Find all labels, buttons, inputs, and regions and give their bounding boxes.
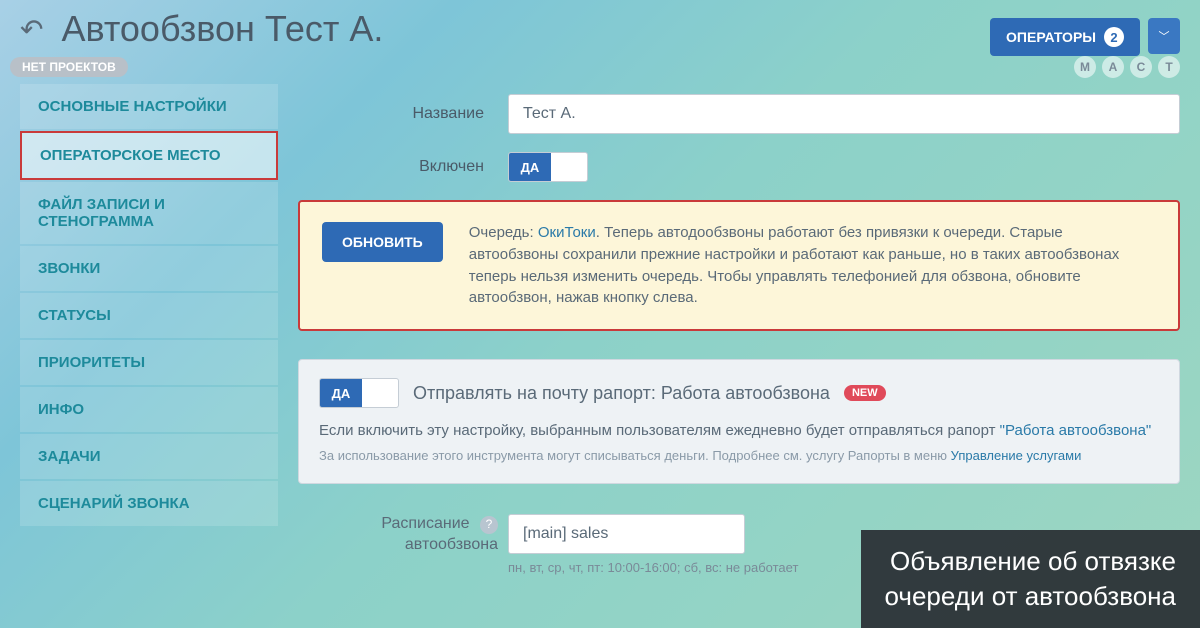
update-button[interactable]: ОБНОВИТЬ [322,222,443,262]
circle-t[interactable]: Т [1158,56,1180,78]
operators-label: ОПЕРАТОРЫ [1006,29,1096,45]
report-sub: За использование этого инструмента могут… [319,446,1159,466]
sidebar-item-operator-place[interactable]: ОПЕРАТОРСКОЕ МЕСТО [20,131,278,180]
operators-button[interactable]: ОПЕРАТОРЫ 2 [990,18,1140,56]
queue-link[interactable]: ОкиТоки [538,224,596,241]
sidebar-item-main-settings[interactable]: ОСНОВНЫЕ НАСТРОЙКИ [20,84,278,129]
sidebar-item-calls[interactable]: ЗВОНКИ [20,246,278,291]
schedule-input[interactable] [508,514,745,554]
info-text: Очередь: ОкиТоки. Теперь автодообзвоны р… [469,222,1156,309]
sidebar-item-info[interactable]: ИНФО [20,387,278,432]
help-icon[interactable]: ? [480,516,498,534]
operators-dropdown[interactable]: ﹀ [1148,18,1180,54]
enabled-toggle[interactable]: ДА [508,152,588,182]
toggle-on-label: ДА [509,153,551,181]
sidebar-item-recording[interactable]: ФАЙЛ ЗАПИСИ И СТЕНОГРАММА [20,182,278,244]
manage-services-link[interactable]: Управление услугами [951,448,1082,463]
overlay-caption: Объявление об отвязке очереди от автообз… [861,530,1200,628]
name-label: Название [298,105,508,123]
name-input[interactable] [508,94,1180,134]
circle-c[interactable]: С [1130,56,1152,78]
back-icon[interactable]: ↶ [20,13,43,46]
operators-count-badge: 2 [1104,27,1124,47]
report-toggle[interactable]: ДА [319,378,399,408]
sidebar-item-call-scenario[interactable]: СЦЕНАРИЙ ЗВОНКА [20,481,278,526]
schedule-label: Расписание ? автообзвона [298,514,508,556]
no-projects-badge: НЕТ ПРОЕКТОВ [10,57,128,77]
report-desc: Если включить эту настройку, выбранным п… [319,420,1159,442]
queue-info-box: ОБНОВИТЬ Очередь: ОкиТоки. Теперь автодо… [298,200,1180,331]
circle-row: М А С Т [1074,56,1180,78]
report-box: ДА Отправлять на почту рапорт: Работа ав… [298,359,1180,484]
report-title: Отправлять на почту рапорт: Работа автоо… [413,383,830,404]
circle-m[interactable]: М [1074,56,1096,78]
sidebar-item-tasks[interactable]: ЗАДАЧИ [20,434,278,479]
sidebar-item-statuses[interactable]: СТАТУСЫ [20,293,278,338]
sidebar: ОСНОВНЫЕ НАСТРОЙКИ ОПЕРАТОРСКОЕ МЕСТО ФА… [20,84,278,575]
new-badge: NEW [844,385,886,401]
report-link[interactable]: "Работа автообзвона" [1000,422,1152,439]
page-title: Автообзвон Тест А. [61,8,383,50]
sidebar-item-priorities[interactable]: ПРИОРИТЕТЫ [20,340,278,385]
enabled-label: Включен [298,158,508,176]
circle-a[interactable]: А [1102,56,1124,78]
report-toggle-on: ДА [320,379,362,407]
chevron-down-icon: ﹀ [1159,28,1170,44]
